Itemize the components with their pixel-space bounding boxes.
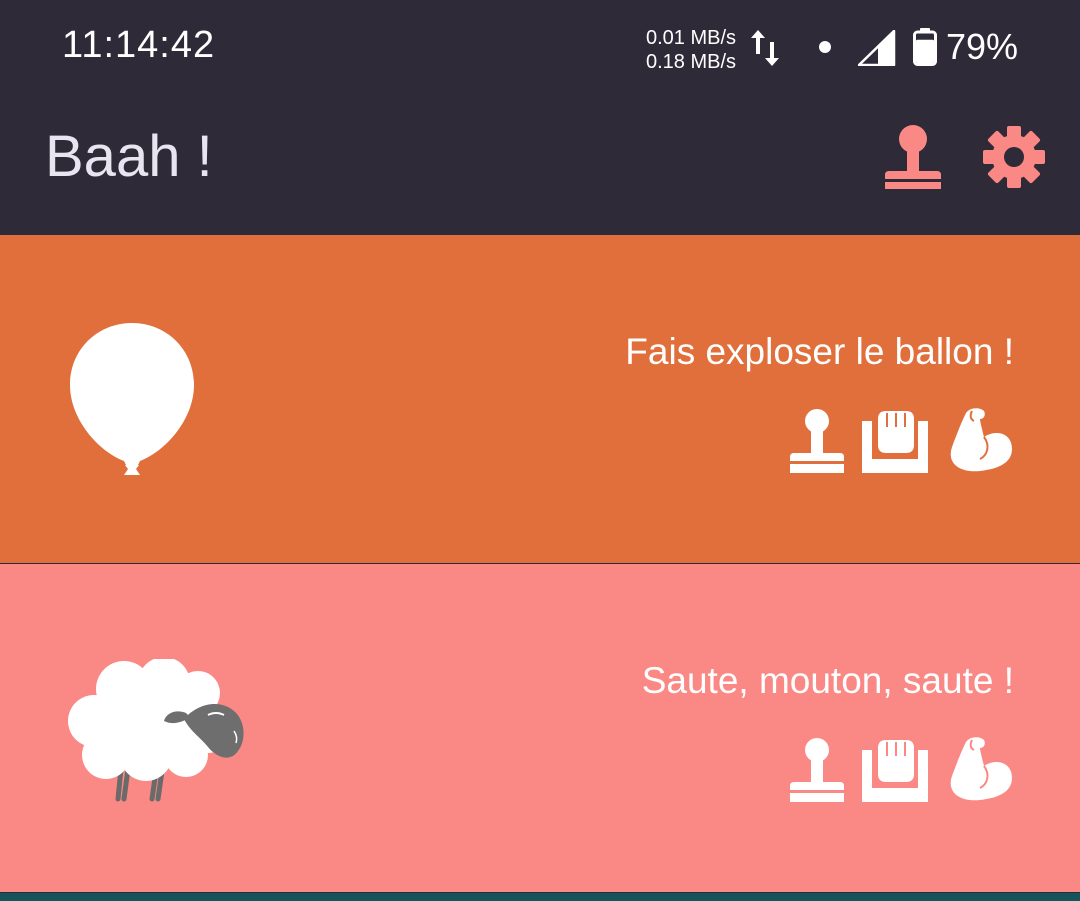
game-card-sheep[interactable]: Saute, mouton, saute ! (0, 564, 1080, 892)
balloon-icon (70, 323, 194, 475)
game-title: Saute, mouton, saute ! (641, 660, 1014, 701)
app-title: Baah ! (45, 124, 213, 189)
sheep-icon (68, 659, 244, 802)
battery-icon (913, 28, 937, 66)
upload-speed: 0.01 MB/s (646, 27, 737, 49)
game-title: Fais exploser le ballon ! (625, 331, 1014, 372)
game-badges (788, 736, 1014, 804)
next-card-edge (0, 893, 1080, 901)
gear-icon (983, 126, 1045, 188)
notification-dot-icon (819, 41, 831, 53)
cell-signal-icon (858, 30, 896, 66)
flexed-biceps-icon (950, 408, 1012, 472)
fist-tray-icon (862, 740, 928, 802)
data-transfer-arrows-icon (751, 30, 779, 66)
flexed-biceps-icon (950, 737, 1012, 801)
status-time: 11:14:42 (62, 24, 216, 66)
game-badges (788, 407, 1014, 475)
battery-percent: 79% (946, 26, 1019, 67)
joystick-icon (790, 738, 844, 802)
fist-tray-icon (862, 411, 928, 473)
app-bar: Baah ! (0, 95, 1080, 235)
network-speed: 0.01 MB/s 0.18 MB/s (646, 26, 736, 74)
download-speed: 0.18 MB/s (646, 51, 737, 73)
joystick-icon (790, 409, 844, 473)
settings-button[interactable] (982, 123, 1046, 191)
game-card-balloon[interactable]: Fais exploser le ballon ! (0, 235, 1080, 563)
status-bar: 11:14:42 0.01 MB/s 0.18 MB/s 79% (0, 0, 1080, 95)
controller-button[interactable] (882, 123, 944, 191)
joystick-icon (885, 125, 941, 189)
